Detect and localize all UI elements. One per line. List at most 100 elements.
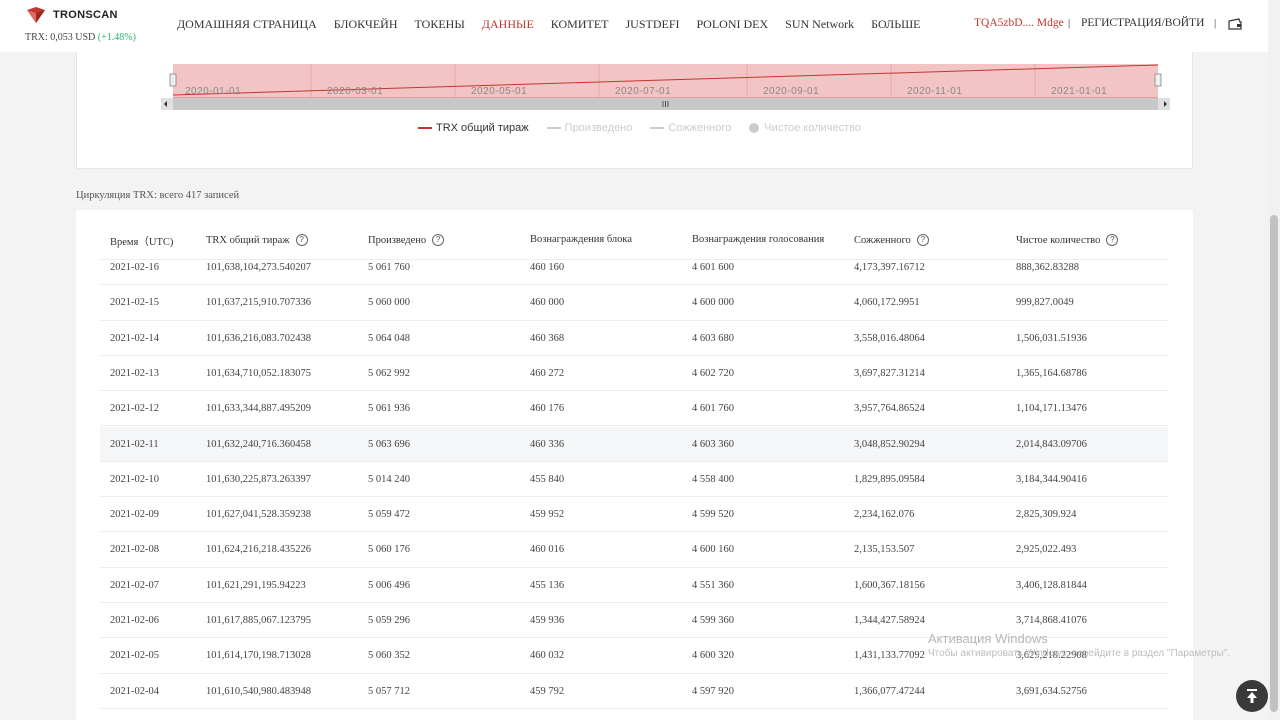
table-cell: 2021-02-10 bbox=[110, 473, 159, 485]
table-cell: 101,637,215,910.707336 bbox=[206, 297, 311, 309]
legend-line-icon bbox=[546, 127, 561, 129]
table-cell: 4 603 680 bbox=[692, 332, 734, 344]
table-row[interactable]: 2021-02-10 101,630,225,873.263397 5 014 24… bbox=[100, 462, 1168, 498]
column-header-label: TRX общий тираж bbox=[206, 234, 290, 246]
table-row[interactable]: 2021-02-14 101,636,216,083.702438 5 064 04… bbox=[100, 321, 1168, 356]
page-scrollbar[interactable] bbox=[1268, 0, 1280, 720]
table-row[interactable]: 2021-02-09 101,627,041,528.359238 5 059 47… bbox=[100, 497, 1168, 533]
table-cell: 5 059 296 bbox=[368, 615, 410, 626]
table-cell: 2021-02-05 bbox=[110, 650, 159, 662]
table-cell: 4 558 400 bbox=[692, 473, 734, 485]
table-row[interactable]: 2021-02-04 101,610,540,980.483948 5 057 71… bbox=[100, 674, 1168, 709]
table-cell: 4 597 920 bbox=[692, 685, 734, 697]
table-cell: 460 160 bbox=[530, 262, 565, 273]
table-cell: 459 936 bbox=[530, 615, 565, 626]
table-cell: 460 336 bbox=[530, 438, 565, 450]
legend-item[interactable]: Чистое количество bbox=[749, 122, 861, 134]
zoom-left-handle[interactable] bbox=[169, 73, 177, 87]
table-cell: 2,014,843.09706 bbox=[1016, 438, 1087, 450]
table-row[interactable]: 2021-02-11 101,632,240,716.360458 5 063 69… bbox=[100, 426, 1168, 462]
table-cell: 888,362.83288 bbox=[1016, 262, 1079, 273]
back-to-top-button[interactable] bbox=[1236, 680, 1268, 712]
legend-line-icon bbox=[418, 127, 432, 129]
table-cell: 5 060 176 bbox=[368, 544, 410, 556]
main-nav: ДОМАШНЯЯ СТРАНИЦА БЛОКЧЕЙН ТОКЕНЫ ДАННЫЕ КОМ… bbox=[177, 17, 938, 32]
legend-item[interactable]: Сожженного bbox=[650, 122, 731, 134]
column-header-label: Чистое количество bbox=[1016, 234, 1101, 246]
help-icon[interactable]: ? bbox=[295, 234, 308, 246]
table-row[interactable]: 2021-02-07 101,621,291,195.94223 5 006 496… bbox=[100, 568, 1168, 603]
nav-item[interactable]: ДОМАШНЯЯ СТРАНИЦА bbox=[177, 17, 317, 32]
top-header: TRONSCAN TRX: 0,053 USD (+1.48%) ДОМАШНЯ… bbox=[0, 0, 1268, 52]
back-to-top-icon bbox=[1247, 689, 1257, 703]
table-row[interactable]: 2021-02-08 101,624,216,218.435226 5 060 17… bbox=[100, 532, 1168, 568]
table-cell: 459 952 bbox=[530, 509, 565, 521]
table-cell: 4 600 320 bbox=[692, 650, 734, 662]
table-cell: 101,632,240,716.360458 bbox=[206, 438, 311, 450]
account-address[interactable]: TQA5zbD.... Mdge bbox=[974, 17, 1064, 29]
table-cell: 460 000 bbox=[530, 297, 565, 309]
column-header: Произведено? bbox=[368, 234, 445, 246]
chart-zoom-slider[interactable]: 2020-01-01 2020-03-01 2020-05-01 2020-07-01… bbox=[161, 64, 1170, 110]
table-cell: 101,624,216,218.435226 bbox=[206, 544, 311, 556]
column-header-label: Вознаграждения голосования bbox=[692, 234, 825, 245]
nav-item[interactable]: JUSTDEFI bbox=[625, 17, 679, 32]
zoom-date-label: 2021-01-01 bbox=[1051, 86, 1107, 97]
help-icon[interactable]: ? bbox=[432, 234, 445, 246]
table-cell: 5 061 936 bbox=[368, 403, 410, 415]
table-cell: 1,506,031.51936 bbox=[1016, 332, 1087, 344]
table-cell: 5 059 472 bbox=[368, 509, 410, 521]
table-row[interactable]: 2021-02-15 101,637,215,910.707336 5 060 00… bbox=[100, 285, 1168, 321]
help-icon[interactable]: ? bbox=[916, 234, 929, 246]
table-cell: 460 368 bbox=[530, 332, 565, 344]
table-cell: 5 060 000 bbox=[368, 297, 410, 309]
table-cell: 460 032 bbox=[530, 650, 565, 662]
legend-item[interactable]: TRX общий тираж bbox=[418, 122, 529, 134]
login-register-link[interactable]: РЕГИСТРАЦИЯ/ВОЙТИ bbox=[1081, 17, 1204, 29]
table-cell: 1,344,427.58924 bbox=[854, 615, 925, 626]
table-cell: 101,610,540,980.483948 bbox=[206, 685, 311, 697]
brand-name: TRONSCAN bbox=[53, 9, 118, 21]
table-cell: 3,697,827.31214 bbox=[854, 367, 925, 379]
tronscan-logo-icon bbox=[27, 7, 45, 23]
table-row[interactable]: 2021-02-12 101,633,344,887.495209 5 061 93… bbox=[100, 391, 1168, 427]
table-cell: 1,104,171.13476 bbox=[1016, 403, 1087, 415]
column-header: Сожженного? bbox=[854, 234, 929, 246]
legend-item[interactable]: Произведено bbox=[546, 122, 632, 134]
column-header-label: Время（UTC) bbox=[110, 237, 174, 248]
table-cell: 2021-02-11 bbox=[110, 438, 159, 450]
help-icon[interactable]: ? bbox=[1106, 234, 1119, 246]
table-cell: 101,627,041,528.359238 bbox=[206, 509, 311, 521]
table-cell: 1,431,133.77092 bbox=[854, 650, 925, 662]
scrollbar-thumb[interactable] bbox=[1270, 215, 1278, 712]
nav-item[interactable]: БОЛЬШЕ bbox=[871, 17, 920, 32]
table-cell: 4 602 720 bbox=[692, 367, 734, 379]
nav-item[interactable]: КОМИТЕТ bbox=[551, 17, 609, 32]
nav-item[interactable]: БЛОКЧЕЙН bbox=[334, 17, 398, 32]
wallet-icon[interactable] bbox=[1228, 18, 1242, 30]
nav-item[interactable]: SUN Network bbox=[785, 17, 854, 32]
table-row[interactable]: 2021-02-13 101,634,710,052.183075 5 062 99… bbox=[100, 356, 1168, 392]
table-cell: 101,621,291,195.94223 bbox=[206, 579, 306, 591]
table-cell: 4 599 360 bbox=[692, 615, 734, 626]
table-cell: 460 176 bbox=[530, 403, 565, 415]
tronscan-logo[interactable]: TRONSCAN bbox=[25, 6, 118, 24]
table-cell: 2021-02-08 bbox=[110, 544, 159, 556]
legend-dot-icon bbox=[749, 123, 760, 133]
table-cell: 2021-02-14 bbox=[110, 332, 159, 344]
table-cell: 5 060 352 bbox=[368, 650, 410, 662]
table-cell: 455 136 bbox=[530, 579, 565, 591]
table-row[interactable]: 2021-02-16 101,638,104,273.540207 5 061 76… bbox=[100, 250, 1168, 286]
table-cell: 101,630,225,873.263397 bbox=[206, 473, 311, 485]
nav-item[interactable]: ТОКЕНЫ bbox=[414, 17, 464, 32]
legend-label: Чистое количество bbox=[764, 122, 862, 134]
nav-item[interactable]: ДАННЫЕ bbox=[482, 17, 534, 32]
table-cell: 101,633,344,887.495209 bbox=[206, 403, 311, 415]
records-caption: Циркуляция TRX: всего 417 записей bbox=[76, 190, 240, 201]
table-cell: 2,135,153.507 bbox=[854, 544, 915, 556]
table-cell: 5 061 760 bbox=[368, 262, 410, 273]
header-separator: | bbox=[1214, 17, 1217, 29]
table-cell: 3,714,868.41076 bbox=[1016, 615, 1087, 626]
nav-item[interactable]: POLONI DEX bbox=[697, 17, 769, 32]
zoom-right-handle[interactable] bbox=[1154, 73, 1162, 87]
